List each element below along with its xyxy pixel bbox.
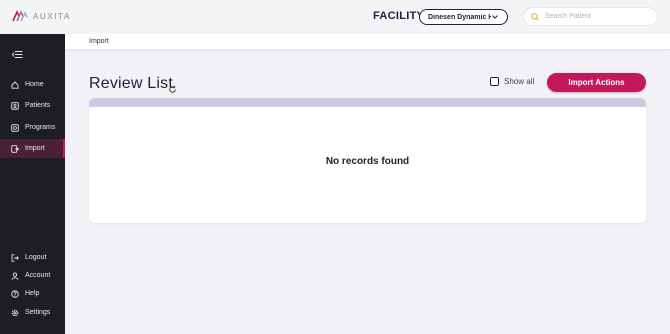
sidebar-item-import[interactable]: Import — [0, 139, 65, 158]
sidebar-item-label: Patients — [25, 102, 51, 109]
patient-search[interactable] — [523, 7, 658, 26]
sidebar-item-settings[interactable]: Settings — [0, 303, 65, 322]
programs-icon — [11, 123, 19, 132]
sidebar-item-programs[interactable]: Programs — [0, 118, 65, 137]
review-list-header — [89, 98, 646, 107]
account-icon — [11, 271, 19, 280]
empty-state-message: No records found — [325, 156, 410, 167]
chevron-down-icon — [491, 13, 499, 21]
top-header: AUXITA FACILITY Dinesen Dynamic H... — [0, 0, 670, 34]
sidebar-item-patients[interactable]: Patients — [0, 96, 65, 115]
sidebar: Home Patients Programs Import Logout Acc… — [0, 34, 65, 334]
collapse-sidebar-icon[interactable] — [11, 46, 23, 58]
search-input[interactable] — [545, 13, 645, 20]
facility-select[interactable]: Dinesen Dynamic H... — [419, 9, 508, 25]
sidebar-item-label: Settings — [25, 309, 51, 316]
review-list-card: No records found — [89, 98, 646, 223]
patients-icon — [11, 101, 19, 110]
facility-label: FACILITY — [373, 10, 425, 22]
show-all-checkbox[interactable] — [490, 77, 499, 86]
import-icon — [11, 144, 19, 153]
sidebar-item-label: Logout — [25, 254, 47, 261]
breadcrumb-item-import[interactable]: Import — [89, 38, 109, 45]
sidebar-item-label: Help — [25, 290, 40, 297]
app-logo[interactable]: AUXITA — [12, 10, 71, 22]
logo-mark-icon — [12, 10, 28, 22]
sidebar-item-account[interactable]: Account — [0, 266, 65, 285]
sidebar-item-home[interactable]: Home — [0, 75, 65, 94]
breadcrumb: Import — [65, 34, 670, 50]
logo-text: AUXITA — [33, 11, 71, 21]
sidebar-item-label: Programs — [25, 124, 56, 131]
gear-icon — [11, 309, 19, 316]
import-actions-button[interactable]: Import Actions — [547, 73, 646, 92]
sidebar-item-label: Import — [25, 145, 45, 152]
sidebar-item-logout[interactable]: Logout — [0, 248, 65, 267]
sidebar-item-label: Account — [25, 272, 51, 279]
page-title: Review List — [89, 75, 174, 92]
show-all-label: Show all — [504, 77, 535, 86]
show-all-toggle[interactable]: Show all — [490, 77, 534, 86]
sidebar-item-help[interactable]: Help — [0, 284, 65, 303]
facility-select-value: Dinesen Dynamic H... — [428, 13, 491, 21]
logout-icon — [11, 253, 19, 262]
help-icon — [11, 289, 19, 298]
sidebar-item-label: Home — [25, 81, 44, 88]
search-icon — [531, 12, 539, 21]
home-icon — [11, 80, 19, 89]
refresh-icon[interactable] — [168, 81, 177, 93]
